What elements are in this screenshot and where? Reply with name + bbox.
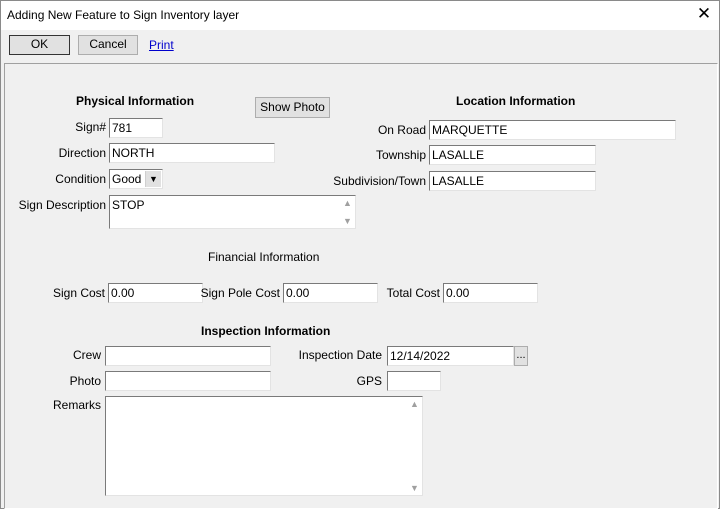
sign-description-field[interactable]: STOP ▲ ▼ xyxy=(109,195,356,229)
remarks-field[interactable]: ▲ ▼ xyxy=(105,396,423,496)
toolbar: OK Cancel Print xyxy=(1,30,719,61)
on-road-field[interactable]: MARQUETTE xyxy=(429,120,676,140)
dialog-window: Adding New Feature to Sign Inventory lay… xyxy=(0,0,720,509)
scroll-down-icon[interactable]: ▼ xyxy=(340,214,355,228)
condition-value: Good xyxy=(112,172,142,186)
subdivision-label: Subdivision/Town xyxy=(333,174,426,188)
window-title: Adding New Feature to Sign Inventory lay… xyxy=(7,8,240,22)
condition-label: Condition xyxy=(55,172,106,186)
close-icon[interactable]: ✕ xyxy=(695,5,713,23)
scroll-up-icon[interactable]: ▲ xyxy=(340,196,355,210)
remarks-label: Remarks xyxy=(52,398,101,412)
date-picker-button[interactable]: ... xyxy=(514,346,528,366)
scroll-up-icon[interactable]: ▲ xyxy=(407,397,422,411)
inspection-date-label: Inspection Date xyxy=(298,348,382,362)
photo-field[interactable] xyxy=(105,371,271,391)
inspection-date-field[interactable]: 12/14/2022 xyxy=(387,346,514,366)
direction-field[interactable]: NORTH xyxy=(109,143,275,163)
township-field[interactable]: LASALLE xyxy=(429,145,596,165)
scroll-down-icon[interactable]: ▼ xyxy=(407,481,422,495)
sign-cost-label: Sign Cost xyxy=(52,286,105,300)
subdivision-field[interactable]: LASALLE xyxy=(429,171,596,191)
township-label: Township xyxy=(375,148,426,162)
sign-cost-field[interactable]: 0.00 xyxy=(108,283,203,303)
title-bar: Adding New Feature to Sign Inventory lay… xyxy=(1,1,719,30)
description-scrollbar[interactable]: ▲ ▼ xyxy=(340,196,355,228)
sign-pole-cost-field[interactable]: 0.00 xyxy=(283,283,378,303)
sign-number-field[interactable]: 781 xyxy=(109,118,163,138)
location-info-header: Location Information xyxy=(456,94,576,108)
photo-label: Photo xyxy=(69,374,101,388)
chevron-down-icon[interactable]: ▼ xyxy=(145,171,161,187)
condition-select[interactable]: Good ▼ xyxy=(109,169,163,189)
print-link[interactable]: Print xyxy=(149,38,174,52)
crew-field[interactable] xyxy=(105,346,271,366)
remarks-scrollbar[interactable]: ▲ ▼ xyxy=(407,397,422,495)
total-cost-field[interactable]: 0.00 xyxy=(443,283,538,303)
show-photo-button[interactable]: Show Photo xyxy=(255,97,330,118)
gps-field[interactable] xyxy=(387,371,441,391)
financial-info-header: Financial Information xyxy=(208,250,320,264)
sign-number-label: Sign# xyxy=(75,120,106,134)
sign-description-value: STOP xyxy=(112,198,145,212)
sign-pole-cost-label: Sign Pole Cost xyxy=(200,286,280,300)
sign-description-label: Sign Description xyxy=(18,198,106,212)
inspection-info-header: Inspection Information xyxy=(201,324,331,338)
cancel-button[interactable]: Cancel xyxy=(78,35,138,55)
crew-label: Crew xyxy=(72,348,101,362)
total-cost-label: Total Cost xyxy=(386,286,440,300)
gps-label: GPS xyxy=(356,374,382,388)
ok-button[interactable]: OK xyxy=(9,35,70,55)
on-road-label: On Road xyxy=(377,123,426,137)
physical-info-header: Physical Information xyxy=(76,94,195,108)
direction-label: Direction xyxy=(58,146,106,160)
